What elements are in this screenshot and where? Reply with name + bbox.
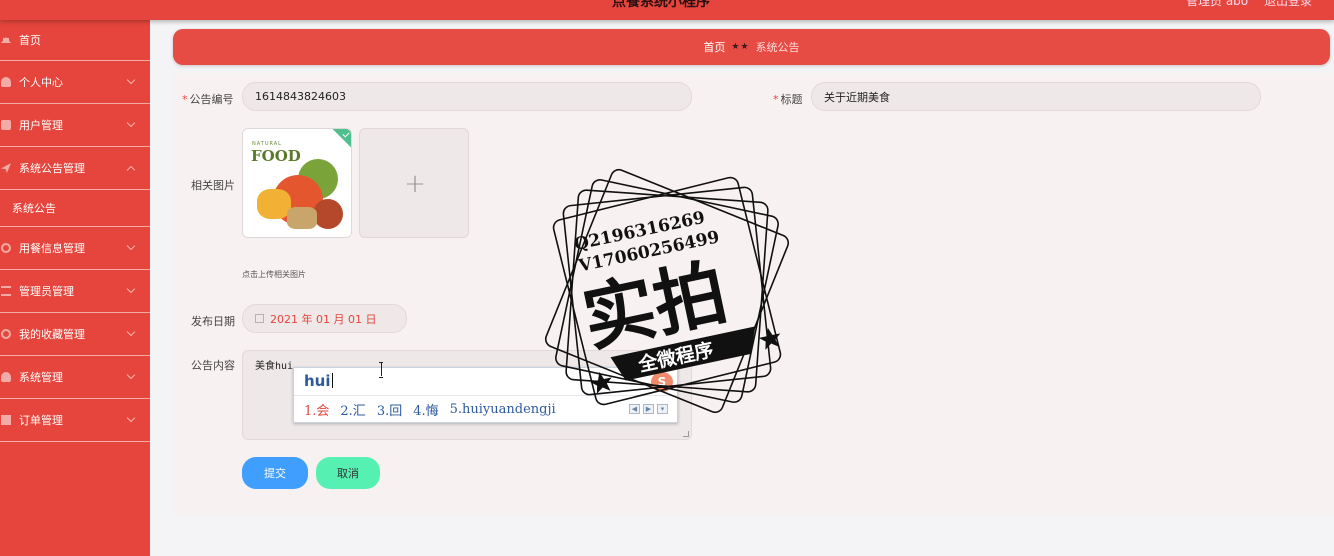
chevron-down-icon	[126, 284, 136, 294]
text-cursor-icon	[379, 362, 383, 378]
sidebar-item-label: 订单管理	[19, 414, 63, 427]
sidebar-item-label: 管理员管理	[19, 285, 74, 298]
ime-candidate[interactable]: 1.会	[304, 400, 329, 419]
ime-next-icon[interactable]: ▶	[643, 404, 654, 414]
breadcrumb: 首页 ★★ 系统公告	[173, 29, 1330, 65]
food-photo: NATURAL FOOD	[243, 129, 351, 237]
sidebar-item-favorites[interactable]: 我的收藏管理	[0, 313, 150, 356]
current-user: 管理员 abo	[1186, 0, 1249, 8]
breadcrumb-home[interactable]: 首页	[703, 39, 725, 55]
chevron-down-icon	[126, 327, 136, 337]
chevron-down-icon	[126, 370, 136, 380]
breadcrumb-separator: ★★	[731, 42, 750, 52]
ime-composition: hui	[304, 372, 333, 390]
publish-date-input[interactable]: 2021 年 01 月 01 日	[242, 304, 407, 333]
grid-icon	[1, 415, 11, 425]
ime-candidates: 1.会 2.汇 3.回 4.悔 5.huiyuandengji	[294, 395, 677, 423]
sidebar: 首页 个人中心 用户管理 系统公告管理 系统公告 用餐信息管理 管理员管理 我的…	[0, 20, 150, 556]
clock-icon	[1, 329, 11, 339]
sidebar-item-user-management[interactable]: 用户管理	[0, 104, 150, 147]
logout-link[interactable]: 退出登录	[1264, 0, 1312, 9]
ime-candidate[interactable]: 3.回	[377, 400, 402, 419]
ime-candidate[interactable]: 2.汇	[340, 400, 365, 419]
sidebar-item-label: 首页	[19, 34, 41, 47]
ime-logo-icon: S	[651, 372, 673, 392]
chevron-up-icon	[126, 165, 136, 175]
user-icon	[1, 77, 11, 87]
chat-icon	[1, 120, 11, 130]
top-header: 点餐系统小程序 管理员 abo 退出登录	[0, 0, 1334, 20]
sidebar-item-label: 用餐信息管理	[19, 242, 85, 255]
content-label: 公告内容	[191, 359, 235, 372]
sidebar-item-orders[interactable]: 订单管理	[0, 399, 150, 442]
date-label: 发布日期	[191, 315, 235, 328]
sidebar-item-personal-center[interactable]: 个人中心	[0, 61, 150, 104]
ime-candidate-window: hui S 1.会 2.汇 3.回 4.悔 5.huiyuandengji ◀ …	[293, 367, 678, 423]
title-input[interactable]: 关于近期美食	[811, 82, 1261, 111]
submit-button[interactable]: 提交	[242, 457, 308, 489]
sidebar-item-home[interactable]: 首页	[0, 20, 150, 61]
breadcrumb-current: 系统公告	[755, 41, 800, 54]
title-label: * 标题	[773, 93, 803, 106]
sidebar-item-label: 系统公告	[12, 202, 56, 215]
sidebar-item-label: 系统管理	[19, 371, 63, 384]
sidebar-item-label: 用户管理	[19, 119, 63, 132]
ime-more-icon[interactable]: ▾	[657, 404, 668, 414]
calendar-icon	[255, 314, 264, 323]
notice-no-input[interactable]: 1614843824603	[242, 82, 692, 111]
chevron-down-icon	[126, 118, 136, 128]
image-label: 相关图片	[191, 179, 235, 192]
upload-image-button[interactable]: +	[359, 128, 469, 238]
chevron-down-icon	[126, 241, 136, 251]
plus-icon: +	[404, 169, 426, 199]
sidebar-item-dining-info[interactable]: 用餐信息管理	[0, 227, 150, 270]
ime-prev-icon[interactable]: ◀	[629, 404, 640, 414]
app-title: 点餐系统小程序	[612, 0, 710, 10]
upload-hint: 点击上传相关图片	[242, 270, 306, 279]
chevron-down-icon	[126, 413, 136, 423]
sidebar-item-label: 个人中心	[19, 76, 63, 89]
home-icon	[1, 33, 11, 43]
sidebar-item-system-management[interactable]: 系统管理	[0, 356, 150, 399]
chevron-down-icon	[126, 75, 136, 85]
content-value: 美食hui	[255, 361, 294, 372]
user-icon	[1, 372, 11, 382]
sidebar-item-label: 我的收藏管理	[19, 328, 85, 341]
sidebar-item-admin-management[interactable]: 管理员管理	[0, 270, 150, 313]
notice-no-label: * 公告编号	[182, 93, 234, 106]
power-icon	[1, 243, 11, 253]
resize-handle[interactable]	[683, 431, 689, 437]
publish-date-value: 2021 年 01 月 01 日	[270, 312, 377, 326]
send-icon	[1, 163, 11, 173]
ime-nav: ◀ ▶ ▾	[629, 404, 668, 414]
sliders-icon	[1, 286, 11, 296]
ime-candidate[interactable]: 5.huiyuandengji	[450, 402, 556, 417]
uploaded-image[interactable]: NATURAL FOOD	[242, 128, 352, 238]
sidebar-item-label: 系统公告管理	[19, 162, 85, 175]
ime-candidate[interactable]: 4.悔	[413, 400, 438, 419]
sidebar-subitem-notice[interactable]: 系统公告	[0, 190, 150, 227]
cancel-button[interactable]: 取消	[316, 457, 380, 489]
sidebar-item-notice-management[interactable]: 系统公告管理	[0, 147, 150, 190]
